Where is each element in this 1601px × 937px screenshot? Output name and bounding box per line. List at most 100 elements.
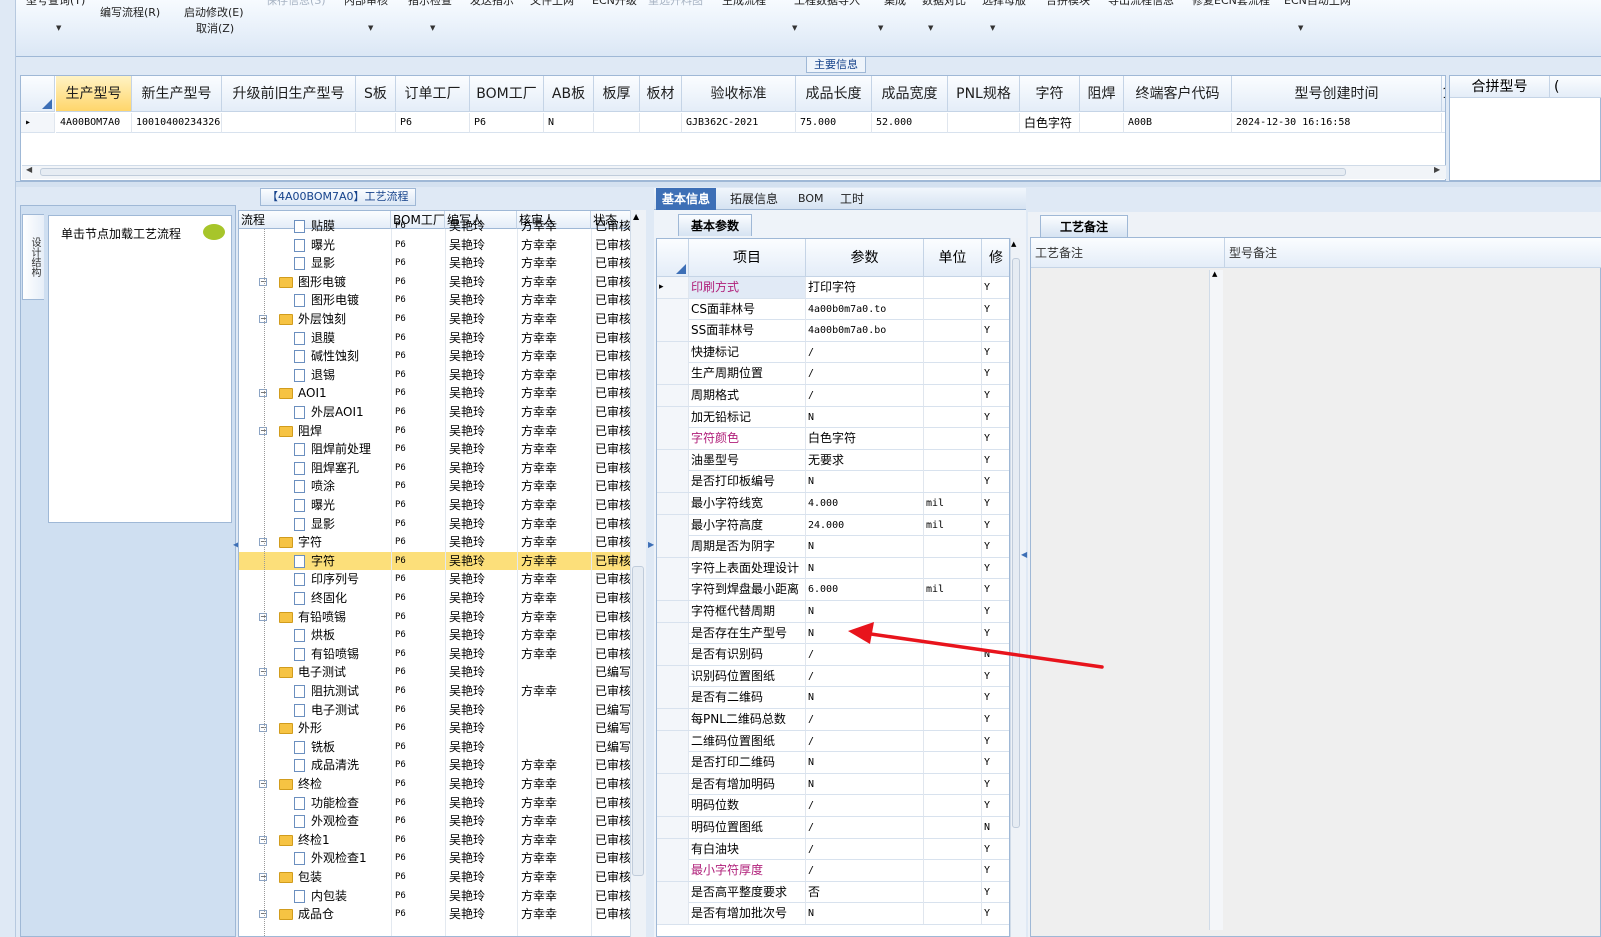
section-divider[interactable] bbox=[16, 181, 1601, 187]
param-value[interactable]: 打印字符 bbox=[806, 277, 924, 298]
toolbar-check-button[interactable]: 指示检查 bbox=[408, 0, 452, 8]
toolbar-internal-review-button[interactable]: 内部审核 bbox=[344, 0, 388, 8]
tree-row[interactable]: − 终检 P6 吴艳玲 方幸幸 已审核 bbox=[239, 775, 631, 794]
grid-header-cell[interactable]: 升级前旧生产型号 bbox=[222, 76, 356, 112]
param-value[interactable]: / bbox=[806, 860, 924, 882]
tab-process-remarks[interactable]: 工艺备注 bbox=[1040, 215, 1128, 237]
grid-header-cell[interactable]: 生产型号 bbox=[56, 76, 132, 112]
grid-header-cell[interactable]: 型号创建时间 bbox=[1232, 76, 1442, 112]
param-row[interactable]: 是否有增加批次号 N Y bbox=[657, 903, 1009, 925]
grid-cell[interactable]: P6 bbox=[396, 113, 470, 133]
grid-header-cell[interactable]: PNL规格 bbox=[948, 76, 1020, 112]
tab-bom[interactable]: BOM bbox=[792, 188, 830, 210]
toolbar-fix-ecn-button[interactable]: 修复ECN套流程 bbox=[1192, 0, 1270, 8]
toolbar-compare-button[interactable]: 数据对比 bbox=[922, 0, 966, 8]
tree-row[interactable]: 图形电镀 P6 吴艳玲 方幸幸 已审核 bbox=[239, 291, 631, 310]
collapse-icon[interactable]: − bbox=[259, 389, 267, 398]
grid-cell[interactable] bbox=[1080, 113, 1124, 133]
chevron-down-icon[interactable]: ▼ bbox=[1298, 24, 1303, 32]
param-row[interactable]: 是否有二维码 N Y bbox=[657, 687, 1009, 709]
chevron-down-icon[interactable]: ▼ bbox=[792, 24, 797, 32]
params-header-cell[interactable]: 修 bbox=[982, 239, 1009, 277]
param-row[interactable]: SS面菲林号 4a00b0m7a0.bo Y bbox=[657, 320, 1009, 342]
param-row[interactable]: ▸ 印刷方式 打印字符 Y bbox=[657, 277, 1009, 299]
grid-cell[interactable] bbox=[594, 113, 640, 133]
tree-row[interactable]: 电子测试 P6 吴艳玲 已编写 bbox=[239, 701, 631, 720]
toolbar-import-button[interactable]: 工程数据导入 bbox=[794, 0, 860, 8]
tree-row[interactable]: − 终检1 P6 吴艳玲 方幸幸 已审核 bbox=[239, 831, 631, 850]
collapse-icon[interactable]: − bbox=[259, 315, 267, 323]
collapse-icon[interactable]: − bbox=[259, 538, 267, 547]
tab-basic-info[interactable]: 基本信息 bbox=[656, 188, 717, 210]
tree-row[interactable]: 外层AOI1 P6 吴艳玲 方幸幸 已审核 bbox=[239, 403, 631, 422]
toolbar-gen-flow-button[interactable]: 生成流程 bbox=[722, 0, 766, 8]
grid-cell[interactable]: A00B bbox=[1124, 113, 1232, 133]
collapse-icon[interactable]: − bbox=[259, 873, 267, 881]
param-row[interactable]: 字符上表面处理设计 N Y bbox=[657, 557, 1009, 580]
tree-row[interactable]: 碱性蚀刻 P6 吴艳玲 方幸幸 已审核 bbox=[239, 347, 631, 366]
param-value[interactable]: 无要求 bbox=[806, 449, 924, 471]
tree-row[interactable]: 喷涂 P6 吴艳玲 方幸幸 已审核 bbox=[239, 477, 631, 496]
param-value[interactable]: / bbox=[806, 363, 924, 385]
grid-header-cell[interactable]: 终端客户代码 bbox=[1124, 76, 1232, 112]
param-value[interactable]: / bbox=[806, 385, 924, 406]
grid-header-cell[interactable]: 成品长度 bbox=[796, 76, 872, 112]
toolbar-merge-button[interactable]: 合拼模块 bbox=[1046, 0, 1090, 8]
param-row[interactable]: CS面菲林号 4a00b0m7a0.to Y bbox=[657, 298, 1009, 321]
param-row[interactable]: 是否有增加明码 N Y bbox=[657, 773, 1009, 796]
param-value[interactable]: 4.000 bbox=[806, 493, 924, 514]
param-value[interactable]: / bbox=[806, 795, 924, 817]
splitter-right-icon[interactable]: ◀ bbox=[1021, 550, 1027, 559]
collapse-icon[interactable]: − bbox=[259, 910, 267, 919]
param-row[interactable]: 生产周期位置 / Y bbox=[657, 363, 1009, 385]
grid-header-cell[interactable]: 板材 bbox=[640, 76, 682, 112]
scroll-left-arrow[interactable]: ◀ bbox=[26, 165, 32, 174]
tree-row[interactable]: 成品清洗 P6 吴艳玲 方幸幸 已审核 bbox=[239, 756, 631, 775]
grid-cell[interactable] bbox=[356, 113, 396, 133]
grid-header-cell[interactable]: 订单工厂 bbox=[396, 76, 470, 112]
param-row[interactable]: 油墨型号 无要求 Y bbox=[657, 449, 1009, 472]
tree-row[interactable]: 退膜 P6 吴艳玲 方幸幸 已审核 bbox=[239, 329, 631, 348]
param-row[interactable]: 二维码位置图纸 / Y bbox=[657, 730, 1009, 753]
param-value[interactable]: N bbox=[806, 601, 924, 622]
param-row[interactable]: 每PNL二维码总数 / Y bbox=[657, 709, 1009, 731]
tree-row[interactable]: 内包装 P6 吴艳玲 方幸幸 已审核 bbox=[239, 887, 631, 906]
scroll-right-arrow[interactable]: ▶ bbox=[1434, 165, 1440, 174]
grid-cell[interactable]: 2024-12-30 16:16:58 bbox=[1232, 113, 1442, 133]
param-value[interactable]: N bbox=[806, 536, 924, 558]
chevron-down-icon[interactable]: ▼ bbox=[430, 24, 435, 32]
tree-row[interactable]: − 有铅喷锡 P6 吴艳玲 方幸幸 已审核 bbox=[239, 608, 631, 627]
toolbar-send-button[interactable]: 发送指示 bbox=[470, 0, 514, 8]
tree-row[interactable]: − 电子测试 P6 吴艳玲 已编写 bbox=[239, 663, 631, 682]
grid-header-cell[interactable]: S板 bbox=[356, 76, 396, 112]
grid-header-cell[interactable]: 阻焊 bbox=[1080, 76, 1124, 112]
param-value[interactable]: / bbox=[806, 341, 924, 363]
toolbar-cancel-button[interactable]: 取消(Z) bbox=[196, 21, 234, 36]
grid-cell[interactable]: GJB362C-2021 bbox=[682, 113, 796, 133]
param-row[interactable]: 最小字符高度 24.000 mil Y bbox=[657, 514, 1009, 537]
params-vscrollbar[interactable]: ▲ bbox=[1010, 238, 1020, 937]
grid-header-cell[interactable]: 板厚 bbox=[594, 76, 640, 112]
param-row[interactable]: 明码位数 / Y bbox=[657, 795, 1009, 817]
grid-cell[interactable]: 10010400234326 bbox=[132, 113, 222, 133]
tree-row[interactable]: − AOI1 P6 吴艳玲 方幸幸 已审核 bbox=[239, 384, 631, 403]
param-row[interactable]: 字符颜色 白色字符 Y bbox=[657, 428, 1009, 450]
scroll-up-arrow[interactable]: ▲ bbox=[1011, 240, 1016, 248]
param-value[interactable]: 24.000 bbox=[806, 514, 924, 536]
grid-header-cell[interactable]: 字符 bbox=[1020, 76, 1080, 112]
chevron-down-icon[interactable]: ▼ bbox=[56, 24, 61, 32]
tree-row[interactable]: 外观检查1 P6 吴艳玲 方幸幸 已审核 bbox=[239, 849, 631, 868]
scroll-up-arrow[interactable]: ▲ bbox=[1210, 270, 1223, 278]
param-row[interactable]: 周期格式 / Y bbox=[657, 385, 1009, 407]
tree-row[interactable]: 显影 P6 吴艳玲 方幸幸 已审核 bbox=[239, 515, 631, 534]
tab-extended-info[interactable]: 拓展信息 bbox=[724, 188, 784, 210]
toolbar-save-button[interactable]: 保存信息(S) bbox=[266, 0, 326, 8]
grid-header-cell[interactable]: 1 bbox=[1442, 76, 1445, 112]
param-value[interactable]: 否 bbox=[806, 881, 924, 903]
design-structure-tab[interactable]: 设计结构 bbox=[22, 214, 44, 300]
params-header-cell[interactable]: 单位 bbox=[924, 239, 982, 277]
tree-vscroll-thumb[interactable] bbox=[632, 566, 644, 876]
tab-basic-params[interactable]: 基本参数 bbox=[678, 214, 752, 236]
grid-header-cell[interactable]: 新生产型号 bbox=[132, 76, 222, 112]
param-row[interactable]: 是否打印板编号 N Y bbox=[657, 471, 1009, 493]
